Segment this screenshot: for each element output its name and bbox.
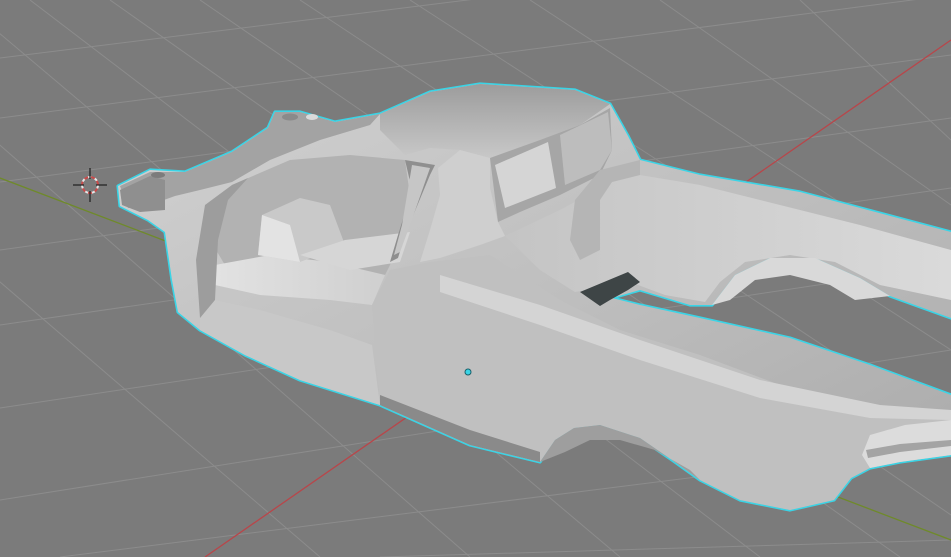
strut-mount-hole-rear (282, 113, 298, 121)
strut-mount-hole (151, 172, 165, 178)
viewport-canvas[interactable] (0, 0, 951, 557)
strut-mount-cap (306, 114, 318, 120)
3d-viewport[interactable] (0, 0, 951, 557)
object-origin-icon[interactable] (464, 368, 472, 376)
